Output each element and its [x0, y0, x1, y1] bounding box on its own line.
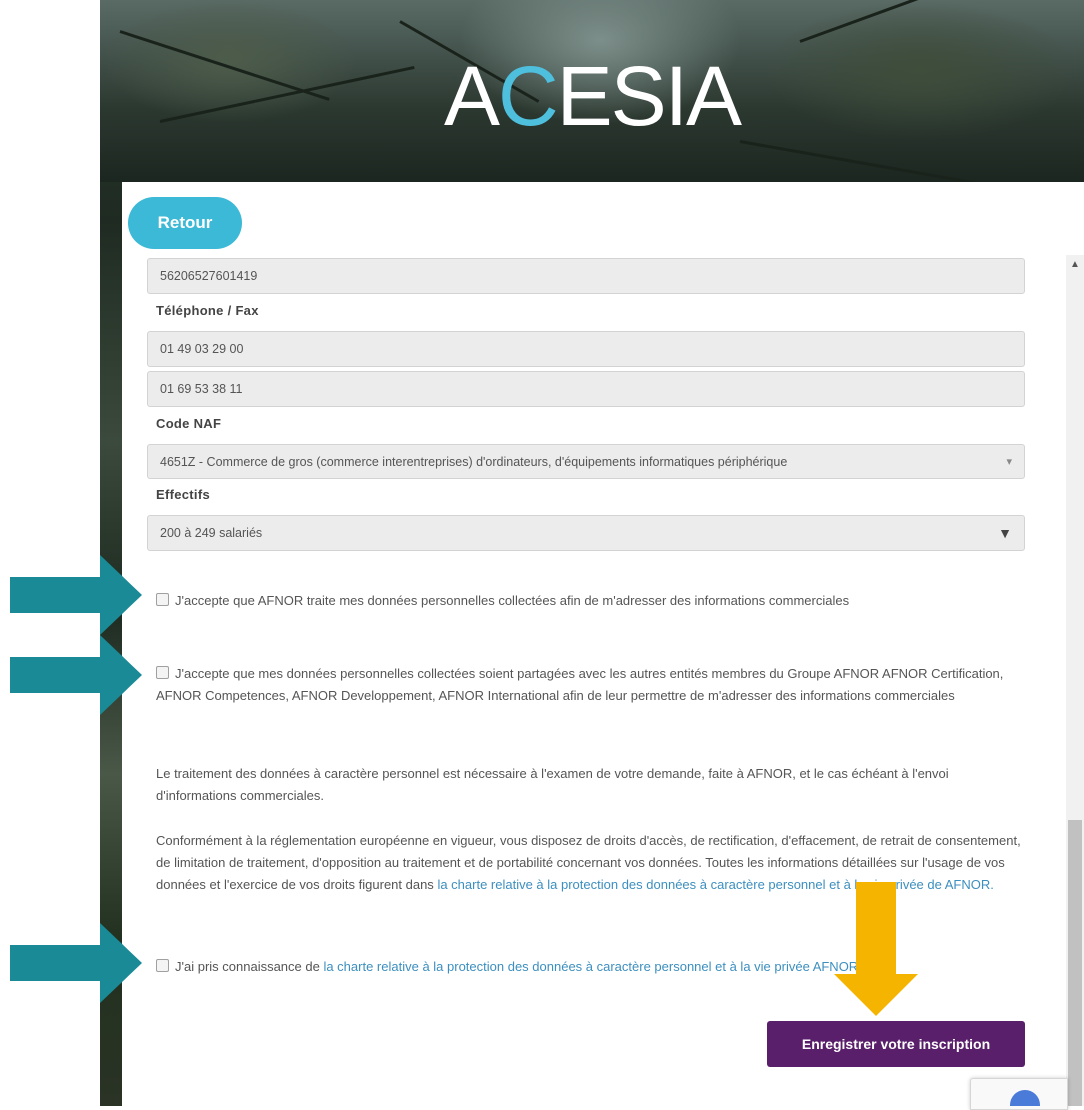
scrollbar-thumb[interactable]	[1068, 820, 1082, 1106]
scroll-up-icon[interactable]: ▲	[1066, 255, 1084, 273]
yellow-arrow-down-icon	[834, 882, 918, 1016]
consent-sharing-checkbox[interactable]	[156, 666, 169, 679]
consent-sharing-row: J'accepte que mes données personnelles c…	[156, 663, 1026, 707]
consent-sharing-label: J'accepte que mes données personnelles c…	[156, 666, 1004, 703]
privacy-charter-link-2[interactable]: la charte relative à la protection des d…	[323, 959, 861, 974]
effectifs-selected-value: 200 à 249 salariés	[160, 526, 263, 540]
teal-arrow-right-icon	[10, 635, 142, 715]
chevron-down-icon: ▼	[998, 525, 1012, 541]
siret-value: 56206527601419	[160, 269, 258, 283]
header-banner: ACESIA	[100, 0, 1084, 196]
phone-value: 01 49 03 29 00	[160, 342, 244, 356]
naf-selected-value: 4651Z - Commerce de gros (commerce inter…	[160, 454, 788, 469]
consent-commercial-row: J'accepte que AFNOR traite mes données p…	[156, 590, 1026, 612]
siret-field[interactable]: 56206527601419	[147, 258, 1025, 294]
consent-commercial-label: J'accepte que AFNOR traite mes données p…	[175, 593, 850, 608]
consent-commercial-checkbox[interactable]	[156, 593, 169, 606]
chevron-down-icon: ▾	[1006, 456, 1012, 468]
naf-label: Code NAF	[156, 416, 222, 431]
fax-field[interactable]: 01 69 53 38 11	[147, 371, 1025, 407]
phone-fax-label: Téléphone / Fax	[156, 303, 259, 318]
charter-ack-text: J'ai pris connaissance de	[175, 959, 324, 974]
naf-select[interactable]: 4651Z - Commerce de gros (commerce inter…	[147, 444, 1025, 479]
back-button[interactable]: Retour	[128, 197, 242, 249]
effectifs-select[interactable]: 200 à 249 salariés ▼	[147, 515, 1025, 551]
fax-value: 01 69 53 38 11	[160, 382, 243, 396]
charter-ack-checkbox[interactable]	[156, 959, 169, 972]
teal-arrow-right-icon	[10, 923, 142, 1003]
teal-arrow-right-icon	[10, 555, 142, 635]
phone-field[interactable]: 01 49 03 29 00	[147, 331, 1025, 367]
acesia-logo: ACESIA	[443, 49, 742, 143]
data-processing-notice: Le traitement des données à caractère pe…	[156, 766, 949, 803]
effectifs-label: Effectifs	[156, 487, 210, 502]
submit-registration-button[interactable]: Enregistrer votre inscription	[767, 1021, 1025, 1067]
